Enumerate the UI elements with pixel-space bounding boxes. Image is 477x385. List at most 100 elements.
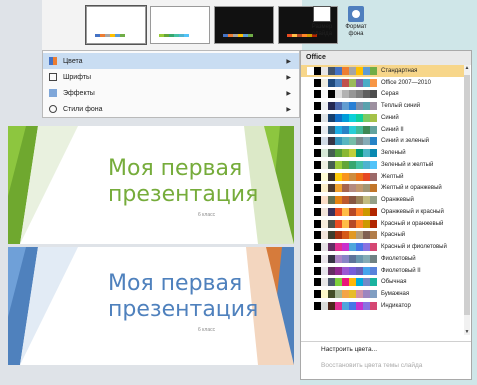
variant-thumbnail[interactable]: [214, 6, 274, 44]
menu-item-fonts[interactable]: Шрифты ▶: [43, 69, 299, 85]
color-swatch-strip: [307, 160, 377, 169]
color-swatch: [321, 219, 328, 228]
color-scheme-item[interactable]: Теплый синий: [301, 100, 465, 112]
color-scheme-item[interactable]: Красный и оранжевый: [301, 218, 465, 230]
color-swatch: [349, 113, 356, 122]
color-swatch: [370, 184, 377, 193]
color-scheme-item[interactable]: Красный и фиолетовый: [301, 241, 465, 253]
color-scheme-name: Зеленый и желтый: [381, 161, 434, 168]
color-swatch: [328, 78, 335, 87]
color-swatch: [363, 149, 370, 158]
color-swatch: [349, 125, 356, 134]
scroll-up-icon[interactable]: ▲: [464, 65, 470, 71]
color-swatch: [363, 90, 370, 99]
color-swatch: [321, 137, 328, 146]
variant-thumbnail[interactable]: [150, 6, 210, 44]
color-swatch: [342, 125, 349, 134]
color-swatch: [363, 78, 370, 87]
color-swatch: [349, 301, 356, 310]
scrollbar-thumb[interactable]: [464, 75, 470, 315]
color-scheme-item[interactable]: Серая: [301, 89, 465, 101]
color-swatch: [342, 172, 349, 181]
slide-preview-green[interactable]: Моя первая презентация 6 класс: [8, 126, 294, 244]
color-scheme-name: Бумажная: [381, 291, 410, 298]
color-scheme-item[interactable]: Office 2007—2010: [301, 77, 465, 89]
color-swatch: [321, 184, 328, 193]
color-swatch: [321, 66, 328, 75]
color-swatch: [321, 301, 328, 310]
color-swatch: [363, 196, 370, 205]
color-swatch: [314, 149, 321, 158]
color-scheme-item[interactable]: Стандартная: [301, 65, 465, 77]
color-scheme-item[interactable]: Синий и зеленый: [301, 136, 465, 148]
color-scheme-name: Фиолетовый II: [381, 267, 421, 274]
color-swatch: [335, 149, 342, 158]
color-swatch: [321, 149, 328, 158]
colors-dropdown: Office Стандартная Office 2007—2010 Серая Т…: [300, 50, 472, 380]
color-swatch: [370, 207, 377, 216]
color-scheme-item[interactable]: Желтый: [301, 171, 465, 183]
dropdown-scrollbar[interactable]: ▲ ▼: [464, 65, 470, 335]
format-background-button[interactable]: Формат фона: [338, 6, 374, 50]
color-swatch: [356, 160, 363, 169]
color-swatch: [342, 90, 349, 99]
color-scheme-item[interactable]: Красный: [301, 230, 465, 242]
color-swatch: [335, 66, 342, 75]
color-swatch: [356, 78, 363, 87]
color-swatch: [342, 160, 349, 169]
color-swatch: [328, 113, 335, 122]
color-swatch: [370, 254, 377, 263]
color-swatch: [314, 278, 321, 287]
slide-preview-blue[interactable]: Моя первая презентация 6 класс: [8, 247, 294, 365]
color-scheme-item[interactable]: Оранжевый и красный: [301, 206, 465, 218]
customize-colors-link[interactable]: Настроить цвета...: [301, 342, 471, 358]
color-scheme-item[interactable]: Зеленый и желтый: [301, 159, 465, 171]
color-swatch: [370, 196, 377, 205]
slide-size-button[interactable]: Размер слайда: [304, 6, 340, 50]
color-scheme-item[interactable]: Индикатор: [301, 300, 465, 312]
color-swatch: [342, 196, 349, 205]
color-swatch: [335, 290, 342, 299]
color-swatch: [370, 278, 377, 287]
color-scheme-item[interactable]: Желтый и оранжевый: [301, 183, 465, 195]
color-swatch: [363, 184, 370, 193]
format-background-label: Формат фона: [345, 24, 367, 37]
scroll-down-icon[interactable]: ▼: [464, 329, 470, 335]
color-scheme-item[interactable]: Фиолетовый II: [301, 265, 465, 277]
color-scheme-item[interactable]: Фиолетовый: [301, 253, 465, 265]
color-swatch: [314, 254, 321, 263]
color-swatch-strip: [307, 254, 377, 263]
color-swatch: [321, 172, 328, 181]
color-swatch: [342, 184, 349, 193]
menu-item-colors[interactable]: Цвета ▶: [43, 53, 299, 69]
color-swatch: [321, 207, 328, 216]
color-scheme-item[interactable]: Зеленый: [301, 147, 465, 159]
color-swatch: [370, 290, 377, 299]
menu-item-background-styles[interactable]: Стили фона ▶: [43, 101, 299, 117]
color-scheme-name: Индикатор: [381, 302, 411, 309]
color-swatch: [342, 137, 349, 146]
color-swatch: [328, 231, 335, 240]
color-swatch: [335, 113, 342, 122]
color-swatch: [307, 149, 314, 158]
color-swatch: [363, 113, 370, 122]
color-scheme-item[interactable]: Бумажная: [301, 288, 465, 300]
color-swatch: [349, 184, 356, 193]
color-swatch-strip: [307, 278, 377, 287]
color-swatch-strip: [307, 290, 377, 299]
color-scheme-item[interactable]: Синий II: [301, 124, 465, 136]
color-swatch: [314, 196, 321, 205]
slide-subtitle: 6 класс: [198, 327, 216, 333]
color-swatch: [314, 66, 321, 75]
color-scheme-item[interactable]: Синий: [301, 112, 465, 124]
color-swatch-strip: [307, 231, 377, 240]
color-scheme-name: Красный и оранжевый: [381, 220, 444, 227]
slide-title-line1: Моя первая: [108, 156, 243, 181]
color-swatch: [349, 231, 356, 240]
color-scheme-name: Стандартная: [381, 67, 418, 74]
menu-item-effects[interactable]: Эффекты ▶: [43, 85, 299, 101]
color-scheme-item[interactable]: Обычная: [301, 277, 465, 289]
color-scheme-name: Красный: [381, 232, 406, 239]
color-scheme-item[interactable]: Оранжевый: [301, 194, 465, 206]
variant-thumbnail[interactable]: [85, 5, 147, 45]
